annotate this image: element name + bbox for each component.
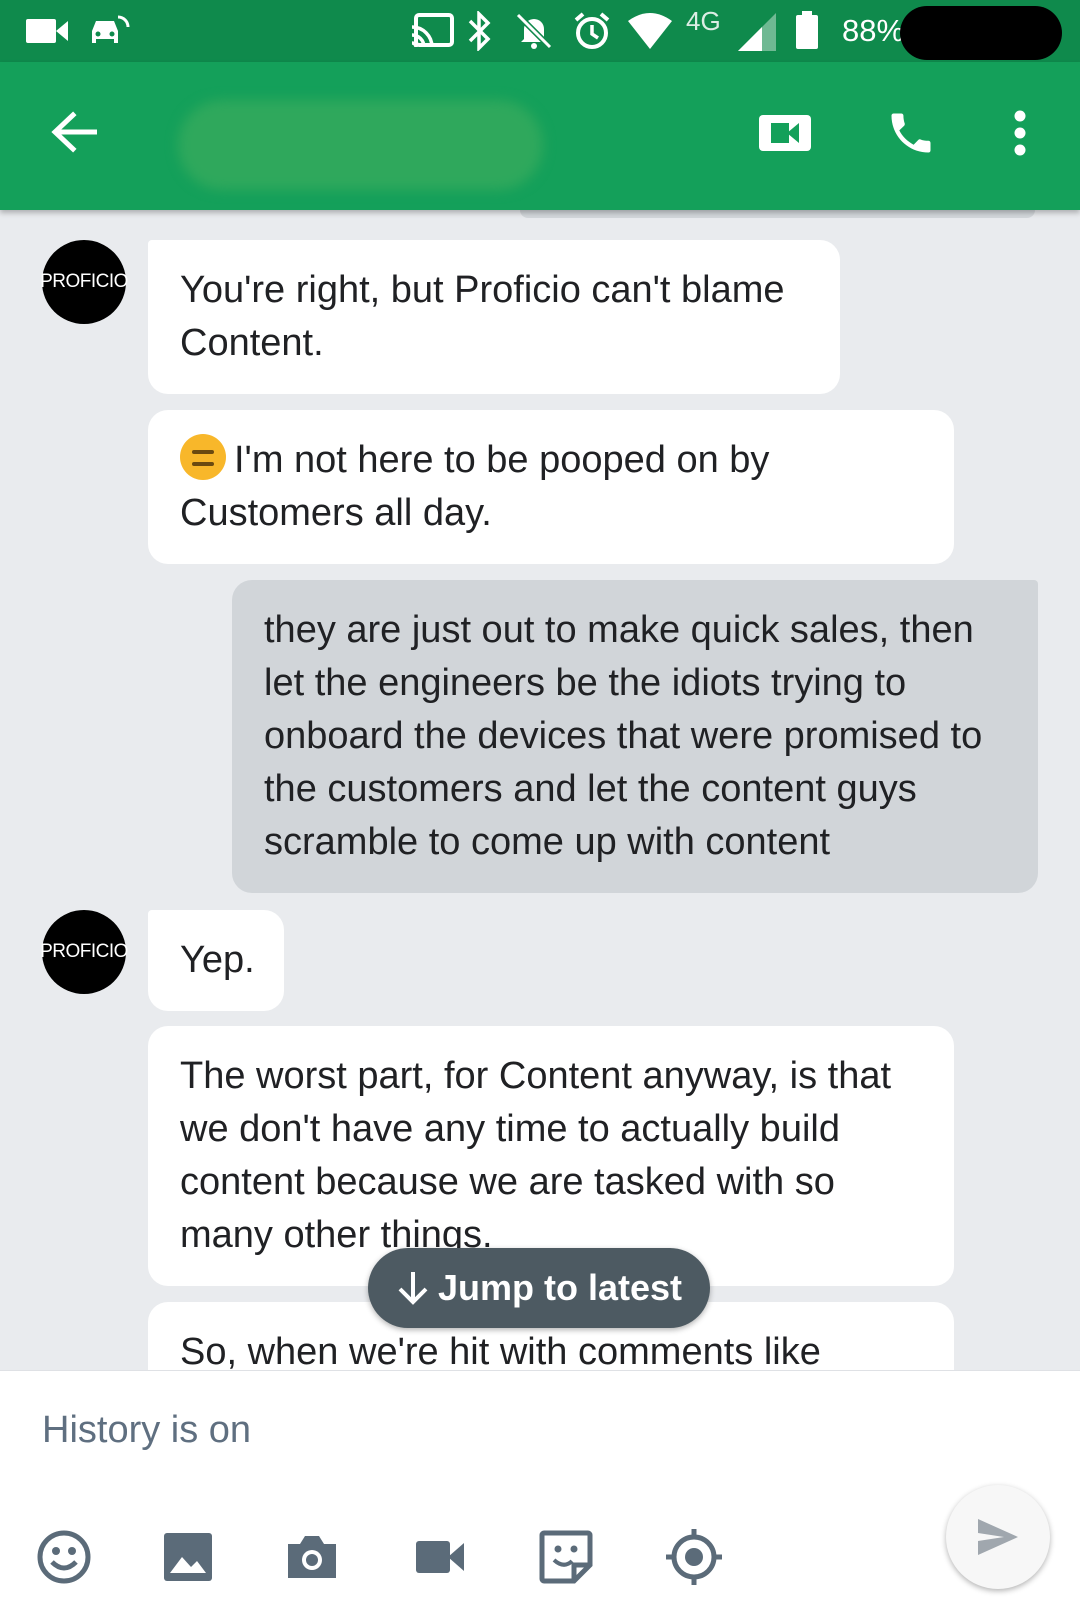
status-bar: 4G 88% [0, 0, 1080, 62]
sticker-icon[interactable] [536, 1527, 596, 1587]
message-text: The worst part, for Content anyway, is t… [180, 1055, 892, 1256]
message-bubble-incoming[interactable]: The worst part, for Content anyway, is t… [148, 1026, 954, 1286]
message-bubble-incoming[interactable]: I'm not here to be pooped on by Customer… [148, 410, 954, 564]
message-input[interactable]: History is on [42, 1409, 251, 1452]
network-type-label: 4G [686, 5, 721, 36]
message-text: You're right, but Proficio can't blame C… [180, 269, 785, 364]
send-icon [978, 1519, 1018, 1555]
battery-percent: 88% [842, 13, 905, 48]
location-icon[interactable] [664, 1527, 724, 1587]
avatar-label: PROFICIO [40, 941, 128, 962]
message-text: So, when we're hit with comments like [180, 1331, 821, 1370]
app-bar [0, 62, 1080, 210]
image-icon[interactable] [158, 1527, 218, 1587]
previous-message-edge [520, 210, 1035, 218]
avatar[interactable]: PROFICIO [40, 240, 128, 324]
camera-icon[interactable] [282, 1527, 342, 1587]
jump-to-latest-button[interactable]: Jump to latest [368, 1248, 710, 1328]
compose-bar: History is on [0, 1370, 1080, 1620]
battery-icon [794, 0, 820, 62]
car-notification-icon [88, 0, 130, 62]
bluetooth-icon [466, 0, 494, 62]
conversation-title-redacted[interactable] [178, 100, 543, 190]
video-icon[interactable] [410, 1527, 470, 1587]
wifi-icon [626, 0, 674, 62]
message-bubble-incoming[interactable]: Yep. [148, 910, 284, 1011]
expressionless-face-icon [180, 434, 226, 480]
avatar-label: PROFICIO [40, 271, 128, 292]
avatar[interactable]: PROFICIO [40, 910, 128, 994]
message-input-placeholder: History is on [42, 1409, 252, 1451]
video-notification-icon [26, 0, 70, 62]
message-text: Yep. [180, 939, 255, 981]
message-bubble-incoming[interactable]: You're right, but Proficio can't blame C… [148, 240, 840, 394]
message-list[interactable]: PROFICIO You're right, but Proficio can'… [0, 210, 1080, 1370]
send-button[interactable] [946, 1485, 1050, 1589]
jump-to-latest-label: Jump to latest [437, 1267, 683, 1308]
message-text: I'm not here to be pooped on by Customer… [180, 439, 770, 534]
video-call-icon[interactable] [752, 100, 818, 166]
notifications-off-icon [514, 0, 554, 62]
arrow-down-icon [398, 1272, 428, 1305]
emoji-icon[interactable] [34, 1527, 94, 1587]
cast-icon [410, 0, 454, 62]
alarm-icon [572, 0, 612, 62]
phone-call-icon[interactable] [878, 100, 944, 166]
back-arrow-icon[interactable] [44, 102, 104, 162]
redacted-status-area [900, 6, 1062, 60]
more-vert-icon[interactable] [990, 100, 1050, 166]
cell-signal-icon [736, 0, 778, 62]
message-bubble-outgoing[interactable]: they are just out to make quick sales, t… [232, 580, 1038, 893]
message-text: they are just out to make quick sales, t… [264, 609, 983, 863]
